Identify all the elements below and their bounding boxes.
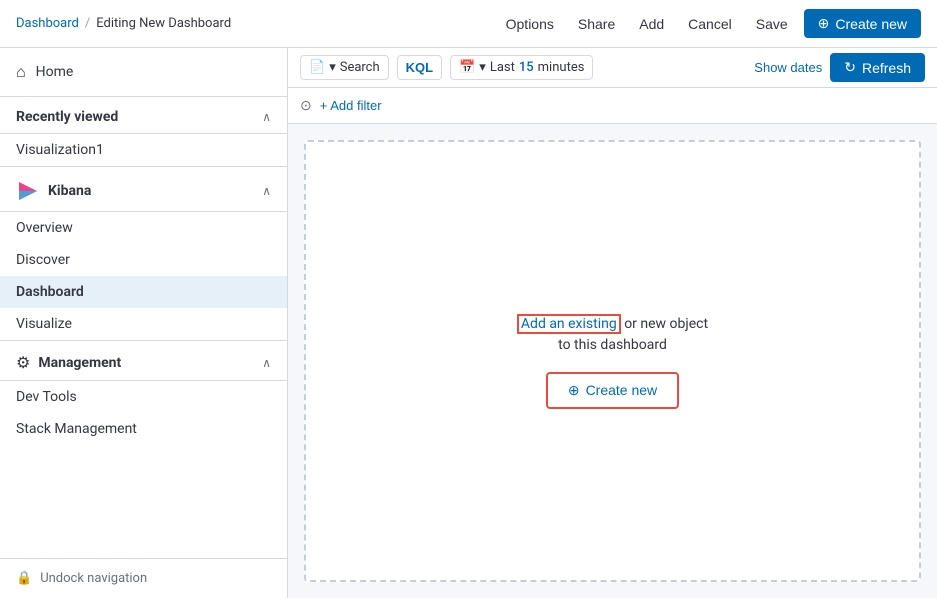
- cancel-button[interactable]: Cancel: [680, 12, 740, 36]
- filter-bar: 📄 ▾ Search KQL 📅 ▾ Last 15 minutes Show …: [288, 48, 937, 88]
- refresh-label: Refresh: [862, 60, 911, 76]
- recently-viewed-section-header: Recently viewed ∧: [0, 97, 287, 134]
- time-suffix: minutes: [538, 60, 585, 75]
- discover-label: Discover: [16, 252, 70, 268]
- canvas-empty-state: Add an existing or new objectto this das…: [517, 314, 708, 409]
- show-dates-button[interactable]: Show dates: [754, 60, 822, 75]
- breadcrumb: Dashboard / Editing New Dashboard: [16, 16, 231, 31]
- search-dropdown-arrow[interactable]: ▾: [329, 60, 336, 75]
- top-bar: Dashboard / Editing New Dashboard Option…: [0, 0, 937, 48]
- undock-navigation[interactable]: 🔒 Undock navigation: [0, 558, 287, 598]
- create-new-canvas-button[interactable]: ⊕ Create new: [546, 372, 679, 409]
- gear-icon: ⚙: [16, 353, 30, 372]
- kibana-title: Kibana: [48, 183, 91, 199]
- add-filter-button[interactable]: + Add filter: [320, 98, 382, 113]
- recently-viewed-title: Recently viewed: [16, 109, 118, 125]
- filter-icon: ⊙: [300, 98, 312, 114]
- sidebar-item-dev-tools[interactable]: Dev Tools: [0, 381, 287, 413]
- sidebar-item-dashboard[interactable]: Dashboard: [0, 276, 287, 308]
- filter-row-2: ⊙ + Add filter: [288, 88, 937, 124]
- main-content: 📄 ▾ Search KQL 📅 ▾ Last 15 minutes Show …: [288, 48, 937, 598]
- breadcrumb-dashboard-link[interactable]: Dashboard: [16, 16, 79, 31]
- kibana-logo: [16, 179, 40, 203]
- sidebar-home-label: Home: [36, 64, 74, 80]
- kql-button[interactable]: KQL: [397, 55, 442, 80]
- sidebar-item-visualization1[interactable]: Visualization1: [0, 134, 287, 166]
- breadcrumb-separator: /: [85, 16, 90, 31]
- create-new-header-label: Create new: [835, 16, 907, 32]
- create-new-header-button[interactable]: ⊕ Create new: [804, 9, 921, 38]
- add-existing-link[interactable]: Add an existing: [517, 314, 621, 334]
- visualize-label: Visualize: [16, 316, 72, 332]
- refresh-icon: ↻: [844, 59, 856, 76]
- layout: ⌂ Home Recently viewed ∧ Visualization1 …: [0, 48, 937, 598]
- undock-label: Undock navigation: [40, 571, 147, 586]
- management-section-header: ⚙ Management ∧: [0, 340, 287, 381]
- save-button[interactable]: Save: [748, 12, 796, 36]
- calendar-icon: 📅: [459, 60, 475, 75]
- sidebar-item-overview[interactable]: Overview: [0, 212, 287, 244]
- dashboard-canvas: Add an existing or new objectto this das…: [304, 140, 921, 582]
- sidebar-item-stack-management[interactable]: Stack Management: [0, 413, 287, 445]
- overview-label: Overview: [16, 220, 73, 236]
- sidebar-item-home[interactable]: ⌂ Home: [0, 48, 287, 97]
- options-button[interactable]: Options: [498, 12, 562, 36]
- search-pill[interactable]: 📄 ▾ Search: [300, 55, 389, 80]
- refresh-button[interactable]: ↻ Refresh: [830, 53, 925, 82]
- time-dropdown-arrow[interactable]: ▾: [479, 60, 486, 75]
- create-new-canvas-label: Create new: [586, 382, 658, 398]
- management-chevron[interactable]: ∧: [262, 356, 271, 370]
- canvas-area: Add an existing or new objectto this das…: [288, 124, 937, 598]
- sidebar-item-discover[interactable]: Discover: [0, 244, 287, 276]
- search-label: Search: [340, 60, 380, 75]
- kibana-section-header: Kibana ∧: [0, 166, 287, 212]
- breadcrumb-current: Editing New Dashboard: [96, 16, 231, 31]
- lock-icon: 🔒: [16, 571, 32, 586]
- create-new-plus-icon: ⊕: [568, 382, 580, 399]
- share-button[interactable]: Share: [570, 12, 623, 36]
- home-icon: ⌂: [16, 62, 26, 82]
- kibana-chevron[interactable]: ∧: [262, 184, 271, 198]
- time-accent: 15: [519, 60, 534, 75]
- visualization1-label: Visualization1: [16, 142, 104, 158]
- sidebar: ⌂ Home Recently viewed ∧ Visualization1 …: [0, 48, 288, 598]
- recently-viewed-chevron[interactable]: ∧: [262, 110, 271, 124]
- search-doc-icon: 📄: [309, 60, 325, 75]
- add-button[interactable]: Add: [631, 12, 672, 36]
- canvas-message: Add an existing or new objectto this das…: [517, 314, 708, 356]
- management-title: Management: [38, 355, 121, 371]
- plus-icon: ⊕: [818, 15, 830, 32]
- dashboard-label: Dashboard: [16, 284, 84, 300]
- top-bar-actions: Options Share Add Cancel Save ⊕ Create n…: [498, 9, 921, 38]
- time-prefix: Last: [490, 60, 515, 75]
- sidebar-item-visualize[interactable]: Visualize: [0, 308, 287, 340]
- stack-management-label: Stack Management: [16, 421, 137, 437]
- time-picker[interactable]: 📅 ▾ Last 15 minutes: [450, 55, 593, 80]
- dev-tools-label: Dev Tools: [16, 389, 77, 405]
